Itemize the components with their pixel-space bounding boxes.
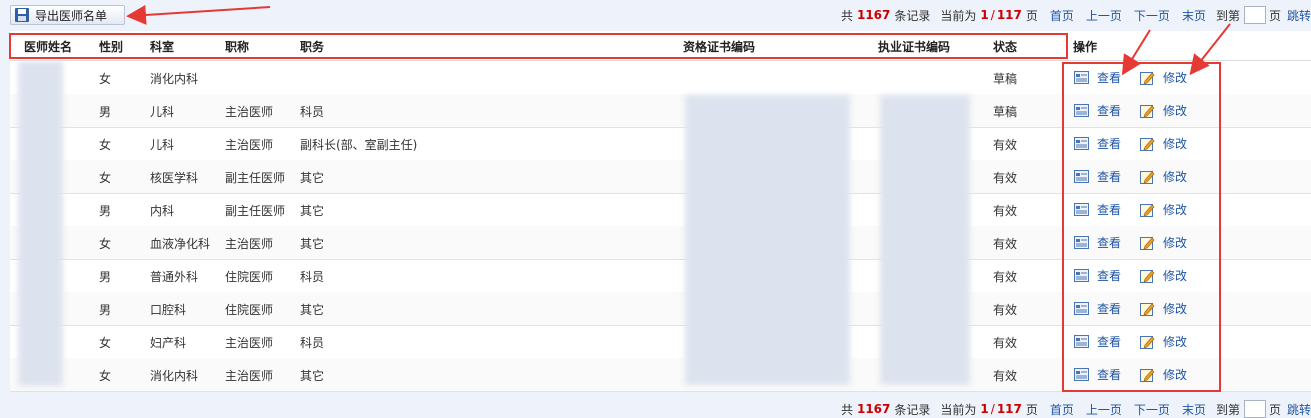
first-page-link[interactable]: 首页: [1050, 401, 1074, 418]
page-unit: 页: [1025, 402, 1038, 417]
arrow-to-export: [126, 4, 271, 25]
jump-link[interactable]: 跳转: [1287, 401, 1311, 418]
arrow-to-view: [1121, 29, 1151, 76]
page-slash: /: [990, 402, 995, 416]
total-pages: 117: [996, 402, 1022, 416]
total-prefix: 共: [840, 402, 853, 417]
prev-page-link[interactable]: 上一页: [1086, 401, 1122, 418]
last-page-link[interactable]: 末页: [1182, 401, 1206, 418]
bottom-pager: 共 1167 条记录 当前为 1 / 117 页 首页 上一页 下一页 末页 到…: [841, 400, 1311, 418]
page-number-input[interactable]: [1243, 400, 1266, 418]
goto-prefix: 到第: [1215, 402, 1240, 417]
current-prefix: 当前为: [940, 402, 977, 417]
goto-suffix: 页: [1268, 402, 1281, 417]
next-page-link[interactable]: 下一页: [1134, 401, 1170, 418]
current-page: 1: [980, 402, 989, 416]
total-count: 1167: [856, 402, 891, 416]
arrow-to-edit: [1189, 23, 1231, 76]
annotation-arrows: [126, 4, 1231, 76]
records-label: 条记录: [894, 402, 931, 417]
